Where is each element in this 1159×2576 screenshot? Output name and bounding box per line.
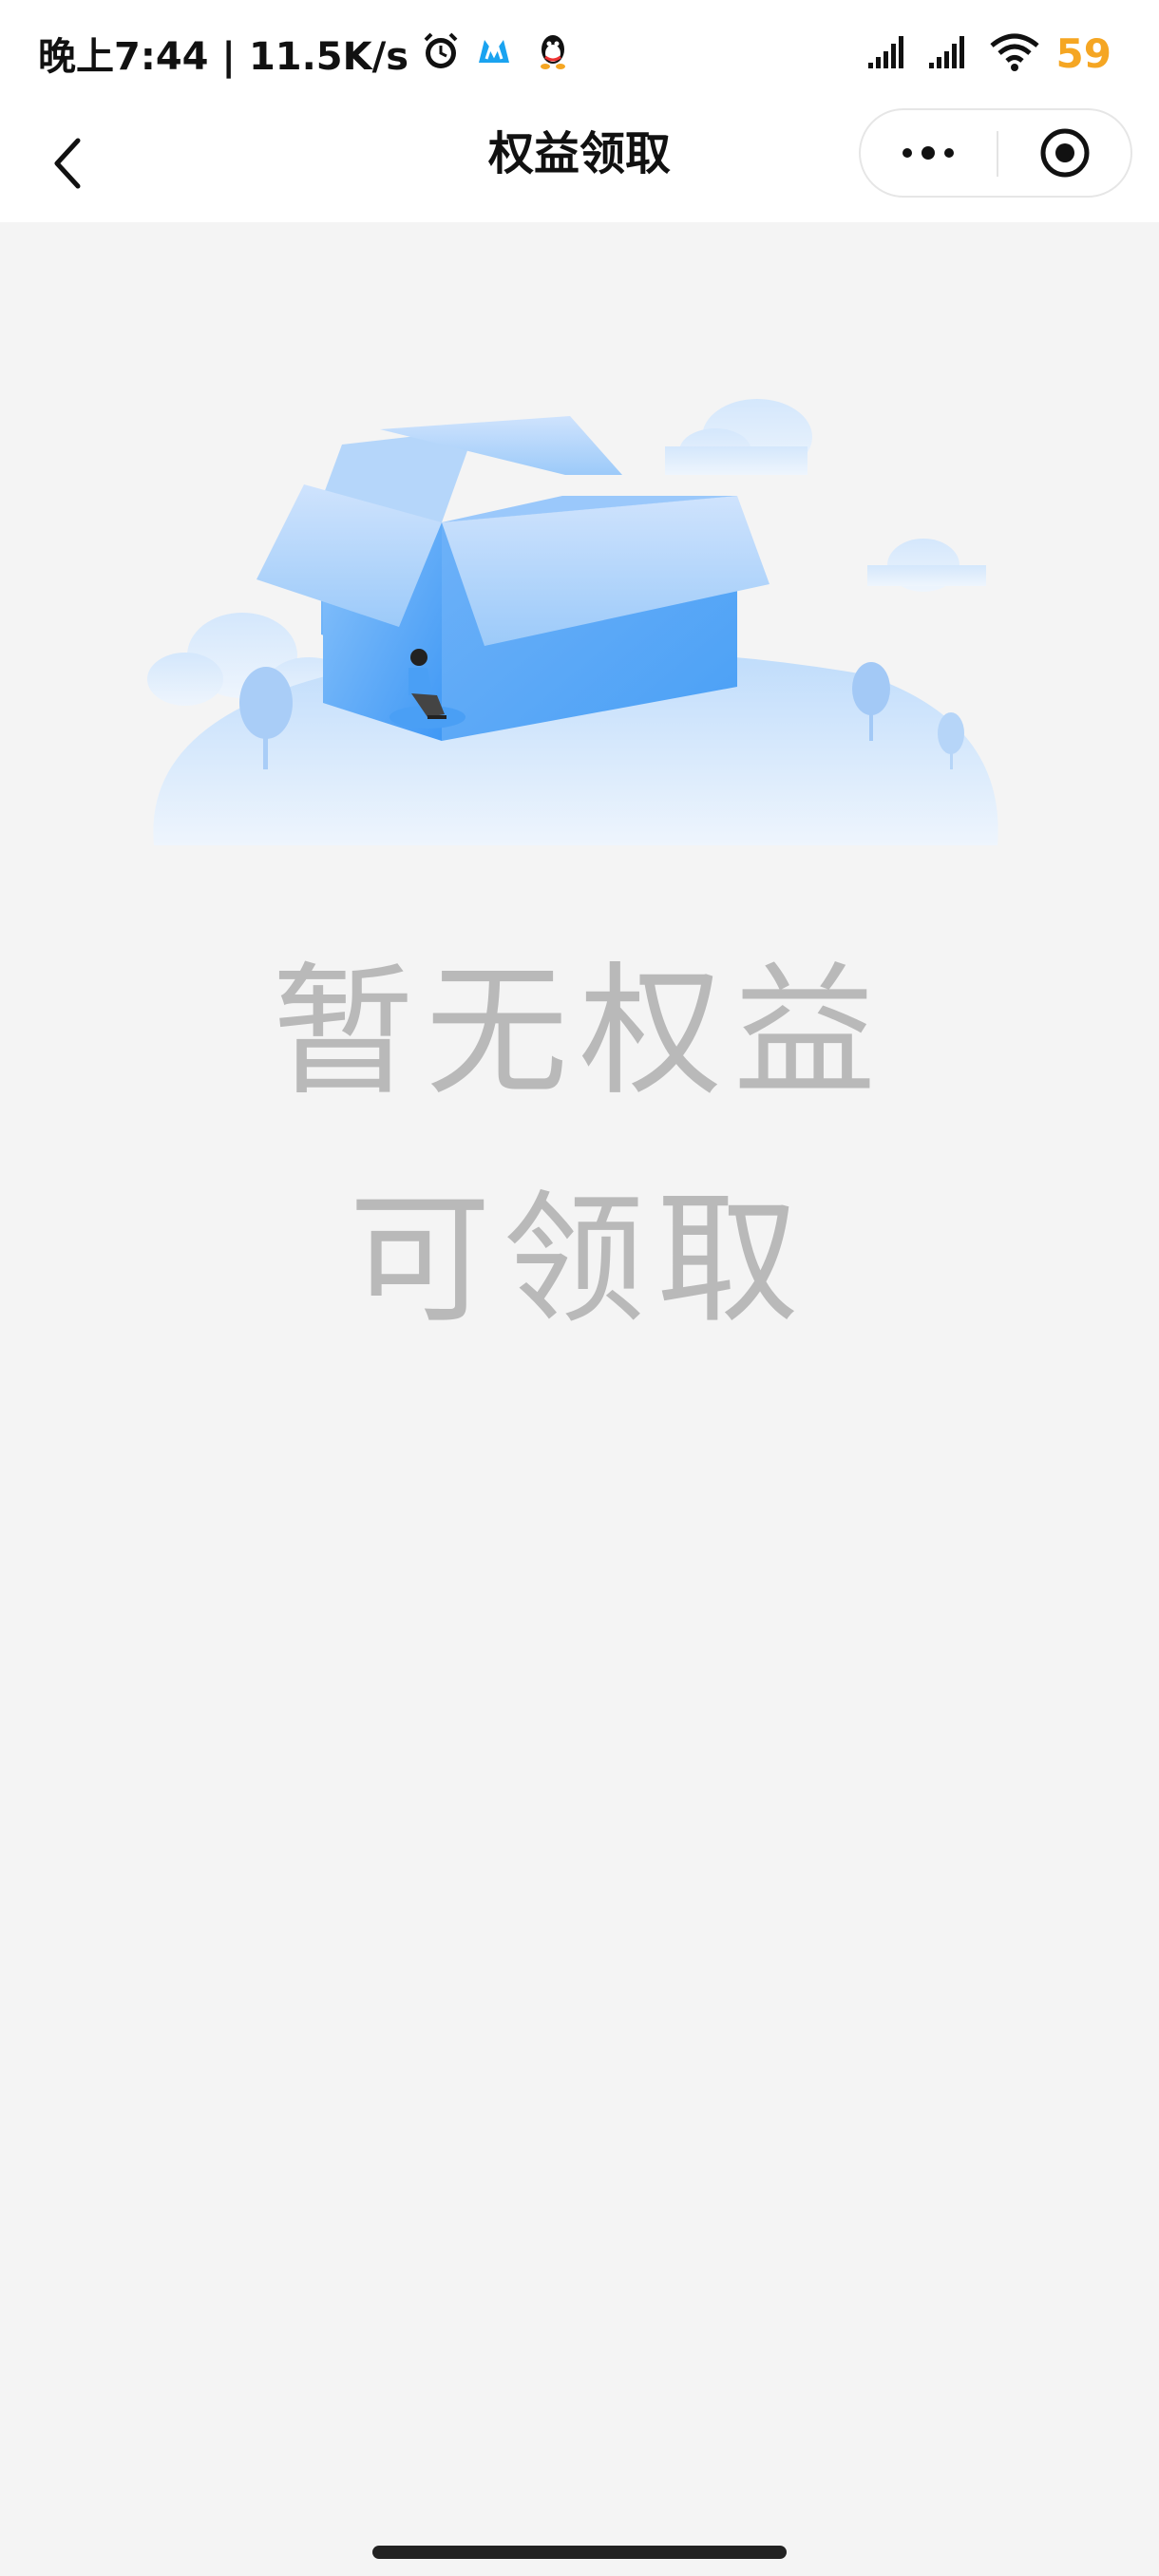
close-miniprogram-button[interactable] <box>998 110 1131 196</box>
signal-icon-2 <box>927 32 973 74</box>
more-button[interactable] <box>861 110 996 196</box>
battery-level: 59 <box>1055 29 1112 77</box>
cloud-top <box>665 399 812 475</box>
alarm-icon <box>420 30 462 76</box>
qq-icon <box>534 30 572 76</box>
nav-bar: 权益领取 <box>0 104 1159 222</box>
more-dots-icon <box>902 146 954 160</box>
status-bar: 晚上7:44 | 11.5K/s 59 <box>0 0 1159 104</box>
app-notification-icon <box>473 30 515 76</box>
wifi-icon <box>988 30 1041 76</box>
empty-state-line2: 可领取 <box>348 1178 810 1343</box>
capsule-menu <box>859 108 1132 198</box>
status-right: 59 <box>866 27 1112 80</box>
status-time: 晚上7:44 | 11.5K/s <box>38 35 409 79</box>
empty-state-line1: 暂无权益 <box>271 950 887 1115</box>
empty-box-illustration <box>147 399 998 845</box>
home-indicator[interactable] <box>372 2546 787 2559</box>
status-left: 晚上7:44 | 11.5K/s <box>38 27 572 80</box>
target-close-icon <box>1040 128 1090 178</box>
cloud-right <box>867 539 986 592</box>
signal-icon <box>866 32 912 74</box>
